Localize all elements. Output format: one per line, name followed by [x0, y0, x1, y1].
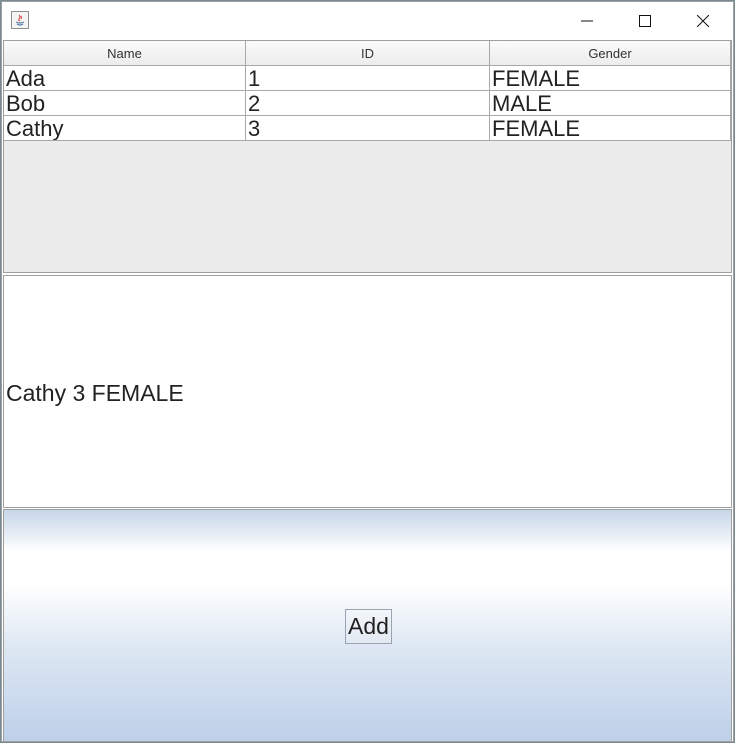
- app-window: Name ID Gender Ada 1 FEMALE Bob 2 MALE C…: [1, 1, 734, 742]
- table-cell[interactable]: 3: [246, 116, 490, 141]
- title-bar[interactable]: [2, 2, 733, 40]
- maximize-icon: [639, 15, 651, 27]
- table-cell[interactable]: FEMALE: [490, 66, 731, 91]
- minimize-icon: [581, 20, 593, 22]
- add-button[interactable]: Add: [345, 609, 392, 644]
- close-button[interactable]: [674, 2, 732, 40]
- close-icon: [697, 15, 709, 27]
- table-cell[interactable]: 2: [246, 91, 490, 116]
- java-icon: [11, 11, 29, 29]
- table-cell[interactable]: 1: [246, 66, 490, 91]
- column-header-name[interactable]: Name: [4, 41, 246, 66]
- detail-label: Cathy 3 FEMALE: [6, 380, 184, 406]
- column-header-gender[interactable]: Gender: [490, 41, 731, 66]
- table-cell[interactable]: Bob: [4, 91, 246, 116]
- table-cell[interactable]: Ada: [4, 66, 246, 91]
- table-row[interactable]: Cathy 3 FEMALE: [4, 116, 731, 141]
- people-table[interactable]: Name ID Gender Ada 1 FEMALE Bob 2 MALE C…: [3, 40, 732, 273]
- table-cell[interactable]: MALE: [490, 91, 731, 116]
- table-cell[interactable]: FEMALE: [490, 116, 731, 141]
- column-header-id[interactable]: ID: [246, 41, 490, 66]
- table-cell[interactable]: Cathy: [4, 116, 246, 141]
- table-row[interactable]: Ada 1 FEMALE: [4, 66, 731, 91]
- button-panel: Add: [3, 509, 732, 742]
- minimize-button[interactable]: [558, 2, 616, 40]
- table-header: Name ID Gender: [4, 41, 731, 66]
- table-body: Ada 1 FEMALE Bob 2 MALE Cathy 3 FEMALE: [4, 66, 731, 141]
- maximize-button[interactable]: [616, 2, 674, 40]
- detail-panel: Cathy 3 FEMALE: [3, 275, 732, 508]
- table-row[interactable]: Bob 2 MALE: [4, 91, 731, 116]
